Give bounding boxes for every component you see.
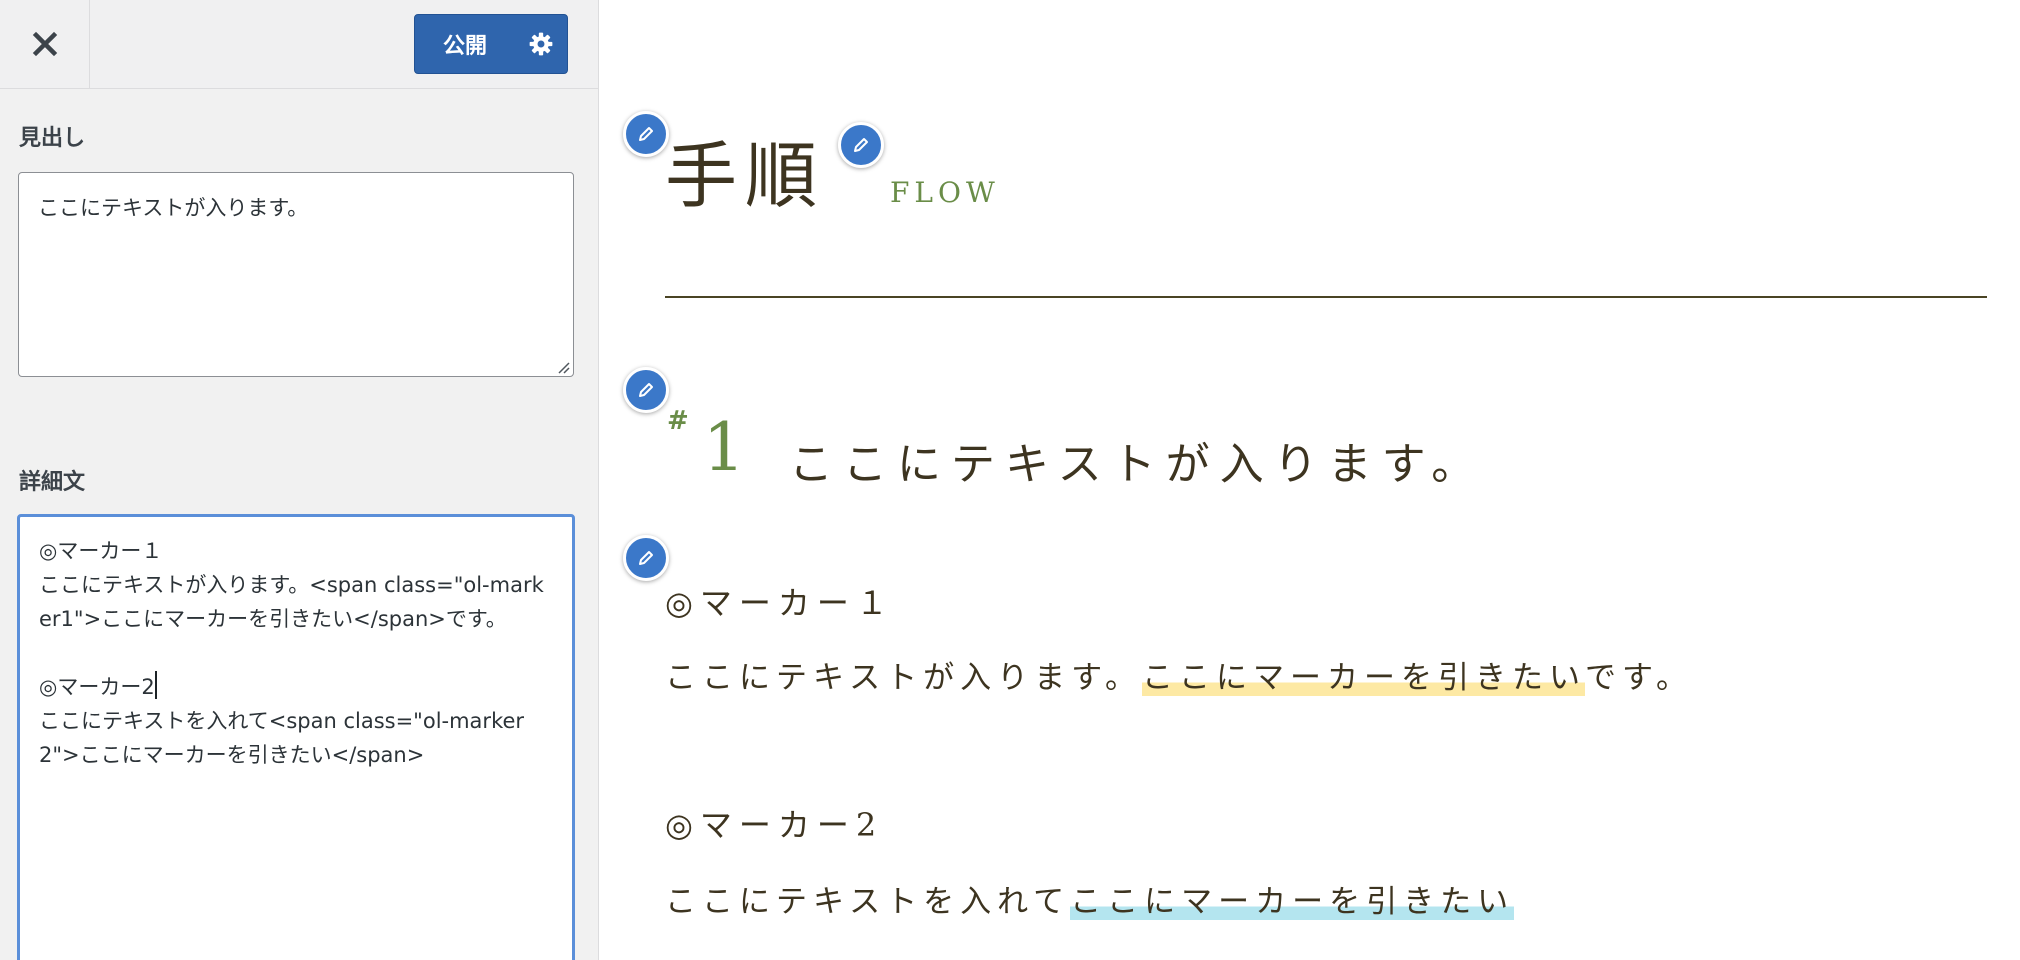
pencil-icon [854, 138, 868, 152]
marker2-paragraph: ここにテキストを入れてここにマーカーを引きたい [665, 876, 1515, 921]
publish-button[interactable]: 公開 [415, 28, 515, 60]
section-title: 手順 [665, 134, 826, 218]
detail-line: ◎マーカー１ [39, 539, 163, 563]
text-caret [154, 671, 157, 699]
close-icon [32, 31, 57, 57]
marker1-text-after: です。 [1585, 660, 1693, 696]
marker2-heading: ◎マーカー2 [665, 806, 884, 844]
publish-button-group: 公開 [414, 14, 568, 74]
edit-shortcut-step-heading[interactable] [623, 367, 669, 413]
step-number: 1 [703, 409, 745, 486]
edit-shortcut-subtitle[interactable] [838, 122, 884, 168]
site-preview: 手順 FLOW # 1 ここにテキストが入ります。 ◎マーカー１ ここにテキスト… [599, 0, 2020, 960]
gear-icon [529, 32, 553, 56]
resize-handle-icon[interactable] [556, 360, 570, 374]
close-button[interactable] [0, 0, 90, 88]
detail-textarea[interactable]: ◎マーカー１ ここにテキストが入ります。<span class="ol-mark… [17, 514, 575, 960]
marker1-heading: ◎マーカー１ [665, 584, 895, 622]
detail-line: ◎マーカー2 [39, 675, 155, 699]
detail-line: ここにテキストを入れて<span class="ol-marker2">ここにマ… [39, 709, 525, 767]
pencil-icon [639, 127, 653, 141]
detail-line: ここにテキストが入ります。<span class="ol-marker1">ここ… [39, 573, 544, 631]
pencil-icon [639, 383, 653, 397]
customizer-panel: 公開 見出し ここにテキストが入ります。 詳細文 ◎マーカー１ ここにテキストが… [0, 0, 599, 960]
marker1-paragraph: ここにテキストが入ります。ここにマーカーを引きたいです。 [665, 652, 1693, 697]
title-divider [665, 296, 1987, 298]
marker2-highlight: ここにマーカーを引きたい [1070, 884, 1515, 920]
pencil-icon [639, 551, 653, 565]
edit-shortcut-title[interactable] [623, 111, 669, 157]
panel-header: 公開 [0, 0, 598, 89]
heading-textarea[interactable]: ここにテキストが入ります。 [18, 172, 574, 377]
step-heading: ここにテキストが入ります。 [789, 439, 1486, 490]
marker1-highlight: ここにマーカーを引きたい [1141, 660, 1586, 696]
edit-shortcut-step-detail[interactable] [623, 535, 669, 581]
heading-field-label: 見出し [19, 126, 86, 151]
marker1-text-before: ここにテキストが入ります。 [665, 660, 1142, 696]
step-hash-mark: # [667, 406, 689, 436]
detail-field-label: 詳細文 [19, 470, 86, 495]
publish-settings-button[interactable] [515, 15, 567, 73]
marker2-text-before: ここにテキストを入れて [665, 884, 1071, 920]
section-subtitle: FLOW [890, 176, 1000, 209]
